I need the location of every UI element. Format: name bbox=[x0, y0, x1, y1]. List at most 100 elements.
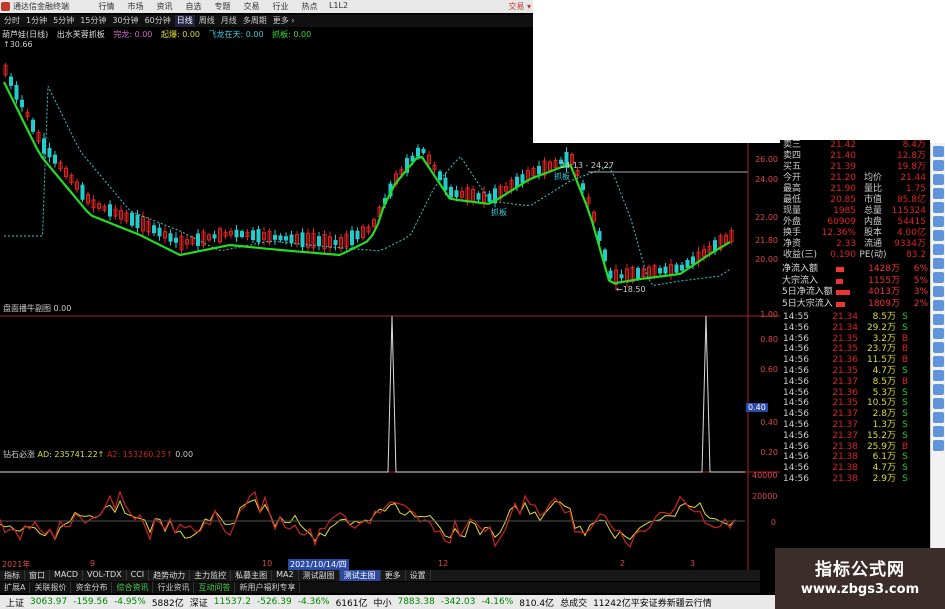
period-tab[interactable]: 5分钟 bbox=[51, 15, 76, 27]
period-tab[interactable]: 分时 bbox=[2, 15, 22, 27]
info-tab[interactable]: 资金分布 bbox=[71, 582, 113, 593]
index-name[interactable]: 中小 bbox=[373, 596, 391, 609]
tool-icon[interactable] bbox=[933, 342, 944, 353]
tick-row: 14:56 21.38 6.1万 S bbox=[780, 452, 930, 463]
indicator-tab[interactable]: VOL-TDX bbox=[83, 570, 127, 581]
kline-chart[interactable] bbox=[0, 28, 780, 573]
indicator-tab[interactable]: 设置 bbox=[406, 570, 431, 581]
tool-icon[interactable] bbox=[933, 286, 944, 297]
menu-item[interactable]: 行情 bbox=[92, 1, 121, 12]
period-tab[interactable]: 更多 › bbox=[271, 15, 297, 27]
tool-icon[interactable] bbox=[933, 258, 944, 269]
tick-side: S bbox=[902, 398, 908, 409]
indicator-tab[interactable]: CCI bbox=[127, 570, 150, 581]
tool-icon[interactable] bbox=[933, 300, 944, 311]
indicator-tab-active[interactable]: 测试主图 bbox=[339, 570, 381, 581]
menu-item[interactable]: 行业 bbox=[266, 1, 295, 12]
index-name[interactable]: 深证 bbox=[190, 596, 208, 609]
menu-item[interactable]: 市场 bbox=[121, 1, 150, 12]
tool-icon[interactable] bbox=[933, 272, 944, 283]
tool-icon[interactable] bbox=[933, 202, 944, 213]
info-tab[interactable]: 新用户福利专享 bbox=[235, 582, 301, 593]
trade-menu[interactable]: 交易 ▾ bbox=[508, 1, 531, 12]
tool-icon[interactable] bbox=[933, 314, 944, 325]
tool-icon[interactable] bbox=[933, 174, 944, 185]
indicator-tab[interactable]: 测试副图 bbox=[299, 570, 340, 581]
index-pct: -4.36% bbox=[297, 597, 330, 607]
period-tab[interactable]: 月线 bbox=[219, 15, 239, 27]
tool-icon[interactable] bbox=[933, 356, 944, 367]
tick-volume: 5.3万 bbox=[872, 387, 896, 398]
indicator-tab[interactable]: MA2 bbox=[272, 570, 299, 581]
quote-value: 21.20 bbox=[830, 173, 856, 183]
tick-side: S bbox=[902, 387, 908, 398]
candle-body bbox=[674, 264, 679, 273]
tool-icon[interactable] bbox=[933, 328, 944, 339]
indicator-tab[interactable]: 主力监控 bbox=[190, 570, 232, 581]
quote-row: 外盘 60909 内盘 54415 bbox=[780, 217, 930, 228]
indicator-tab[interactable]: MACD bbox=[50, 570, 83, 581]
tool-icon[interactable] bbox=[933, 426, 944, 437]
period-tab[interactable]: 30分钟 bbox=[110, 15, 140, 27]
candle-body bbox=[289, 234, 294, 244]
tool-icon[interactable] bbox=[933, 398, 944, 409]
candle-body bbox=[476, 193, 481, 200]
menu-item[interactable]: 资讯 bbox=[150, 1, 179, 12]
quote-value: 54415 bbox=[897, 217, 926, 227]
flow-bar bbox=[836, 287, 862, 299]
title-bar: 通达信金融终端 行情 市场 资讯 自选 专题 交易 行业 热点 L1L2 交易 … bbox=[0, 0, 533, 13]
period-tab[interactable]: 15分钟 bbox=[78, 15, 108, 27]
flow-key: 5日净流入额 bbox=[782, 287, 833, 297]
period-tab[interactable]: 60分钟 bbox=[143, 15, 173, 27]
indicator-tab[interactable]: 私募主图 bbox=[231, 570, 273, 581]
index-name[interactable]: 上证 bbox=[6, 596, 24, 609]
info-tabs: 扩展A 关联报价 资金分布 综合资讯 行业资讯 互动问答 新用户福利专享 bbox=[0, 582, 760, 593]
tool-icon[interactable] bbox=[933, 188, 944, 199]
tick-price: 21.36 bbox=[832, 387, 858, 398]
tick-price: 21.35 bbox=[832, 398, 858, 409]
menu-item[interactable]: 交易 bbox=[237, 1, 266, 12]
flow-key: 5日大宗流入 bbox=[782, 298, 833, 309]
tool-icon[interactable] bbox=[933, 230, 944, 241]
menu-item[interactable]: 自选 bbox=[179, 1, 208, 12]
info-tab[interactable]: 互动问答 bbox=[194, 582, 236, 593]
tool-icon[interactable] bbox=[933, 160, 944, 171]
period-tab-active[interactable]: 日线 bbox=[174, 15, 195, 27]
candle-body bbox=[581, 183, 585, 191]
tool-icon[interactable] bbox=[933, 216, 944, 227]
info-tab[interactable]: 关联报价 bbox=[30, 582, 72, 593]
menu-item[interactable]: 热点 bbox=[295, 1, 324, 12]
period-tab[interactable]: 多周期 bbox=[241, 15, 269, 27]
menu-item[interactable]: 专题 bbox=[208, 1, 237, 12]
info-tab[interactable]: 扩展A bbox=[0, 582, 31, 593]
indicator-tab[interactable]: 更多 bbox=[381, 570, 406, 581]
indicator-tab[interactable]: 指标 bbox=[0, 570, 25, 581]
tick-volume: 29.2万 bbox=[866, 322, 896, 333]
tick-volume: 1.3万 bbox=[872, 419, 896, 430]
tool-icon[interactable] bbox=[933, 412, 944, 423]
quote-key: 流通 bbox=[863, 239, 882, 249]
quote-value: 4.00亿 bbox=[896, 228, 926, 238]
candle-body bbox=[152, 225, 156, 234]
period-tab[interactable]: 1分钟 bbox=[24, 15, 49, 27]
tool-icon[interactable] bbox=[933, 384, 944, 395]
tool-icon[interactable] bbox=[933, 440, 944, 451]
a2-value: A2: 153260.25↑ bbox=[106, 450, 173, 459]
indicator-tab[interactable]: 趋势动力 bbox=[149, 570, 191, 581]
info-tab[interactable]: 综合资讯 bbox=[112, 582, 154, 593]
tick-list[interactable]: 14:55 21.34 8.5万 S 14:56 21.34 29.2万 S 14:56 21.3… bbox=[780, 312, 930, 485]
quote-value: 19.8万 bbox=[896, 162, 926, 172]
indicator-tab[interactable]: 窗口 bbox=[25, 570, 50, 581]
tick-volume: 25.9万 bbox=[866, 441, 896, 452]
tool-icon[interactable] bbox=[933, 370, 944, 381]
menu-item[interactable]: L1L2 bbox=[324, 1, 353, 12]
tick-time: 14:56 bbox=[783, 376, 809, 387]
ma-fast-line bbox=[3, 81, 731, 285]
tick-price: 21.35 bbox=[832, 333, 858, 344]
tool-icon[interactable] bbox=[933, 244, 944, 255]
info-tab[interactable]: 行业资讯 bbox=[153, 582, 195, 593]
tool-icon[interactable] bbox=[933, 146, 944, 157]
quote-rows: 卖三 21.42 8.4万 卖四 21.40 12.8万 买五 21.39 19.8万 今开 21.… bbox=[780, 140, 930, 261]
period-tab[interactable]: 周线 bbox=[197, 15, 217, 27]
candle-body bbox=[47, 147, 52, 158]
